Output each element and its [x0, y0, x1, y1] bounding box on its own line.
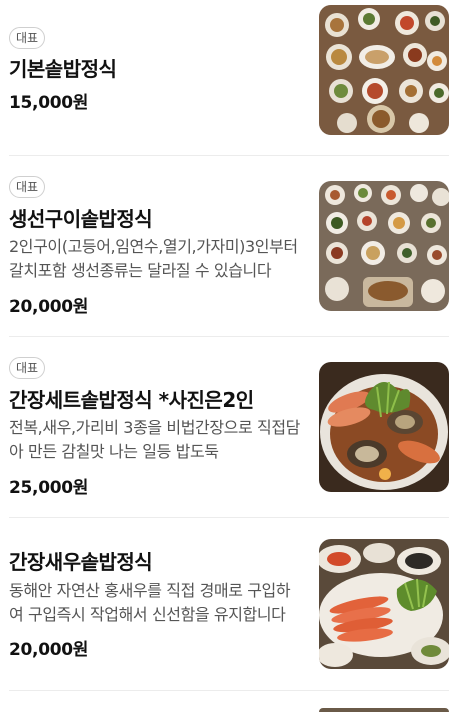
food-photo-image	[319, 5, 449, 135]
food-photo-image	[319, 181, 449, 311]
menu-item-name: 생선구이솥밥정식	[9, 207, 153, 231]
menu-item-price: 20,000원	[9, 297, 89, 317]
menu-item-photo[interactable]	[319, 708, 449, 712]
menu-item-name: 간장새우솥밥정식	[9, 550, 153, 574]
menu-item-photo[interactable]	[319, 181, 449, 311]
signature-badge: 대표	[9, 176, 46, 198]
menu-item-name: 간장세트솥밥정식 *사진은2인	[9, 388, 254, 412]
menu-item-description: 전복,새우,가리비 3종을 비법간장으로 직접담아 만든 감칠맛 나는 일등 밥…	[9, 418, 300, 461]
menu-item-description: 2인구이(고등어,임연수,열기,가자미)3인부터 갈치포함 생선종류는 달라질 …	[9, 237, 298, 280]
menu-item[interactable]: 대표 생선구이솥밥정식 2인구이(고등어,임연수,열기,가자미)3인부터 갈치포…	[0, 156, 460, 336]
menu-item-name: 기본솥밥정식	[9, 57, 117, 81]
menu-item-photo[interactable]	[319, 5, 449, 135]
menu-item[interactable]: 대표 기본솥밥정식 15,000원	[0, 0, 460, 155]
signature-badge: 대표	[9, 27, 46, 49]
menu-item-price: 15,000원	[9, 93, 89, 113]
divider	[9, 690, 449, 691]
menu-item[interactable]: 대표 간장세트솥밥정식 *사진은2인 전복,새우,가리비 3종을 비법간장으로 …	[0, 337, 460, 517]
food-photo-image	[319, 539, 449, 669]
menu-item-price: 20,000원	[9, 640, 89, 660]
menu-item-price: 25,000원	[9, 478, 89, 498]
menu-item-photo[interactable]	[319, 362, 449, 492]
menu-item-photo[interactable]	[319, 539, 449, 669]
menu-item-description: 동해안 자연산 홍새우를 직접 경매로 구입하여 구입즉시 작업해서 신선함을 …	[9, 581, 291, 624]
menu-item[interactable]: 간장새우솥밥정식 동해안 자연산 홍새우를 직접 경매로 구입하여 구입즉시 작…	[0, 518, 460, 690]
food-photo-image	[319, 362, 449, 492]
signature-badge: 대표	[9, 357, 46, 379]
